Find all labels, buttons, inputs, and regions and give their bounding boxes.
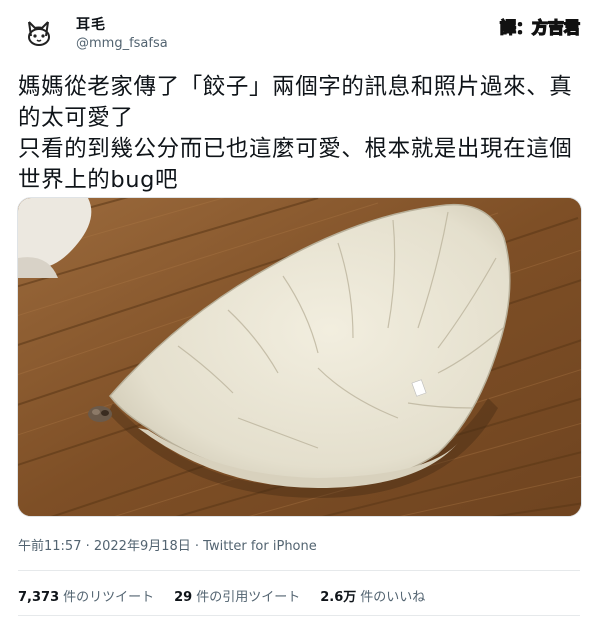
quotes-count: 29 [174, 590, 193, 605]
likes-label: 件のいいね [360, 590, 426, 605]
cushion-photo [18, 198, 581, 516]
tweet-text: 媽媽從老家傳了「餃子」兩個字的訊息和照片過來、真的太可愛了 只看的到幾公分而已也… [18, 74, 573, 193]
likes-stat[interactable]: 2.6万 件のいいね [320, 586, 425, 605]
retweets-stat[interactable]: 7,373 件のリツイート [18, 586, 154, 605]
likes-count: 2.6万 [320, 590, 357, 605]
retweets-label: 件のリツイート [63, 590, 155, 605]
display-name[interactable]: 耳毛 [76, 14, 106, 34]
quotes-label: 件の引用ツイート [196, 590, 301, 605]
tweet-stats: 7,373 件のリツイート 29 件の引用ツイート 2.6万 件のいいね [18, 586, 425, 605]
quotes-stat[interactable]: 29 件の引用ツイート [174, 586, 300, 605]
tweet-header: 耳毛 @mmg_fsafsa 譯：方吉君 [0, 0, 598, 62]
tweet-timestamp[interactable]: 午前11:57 · 2022年9月18日 · Twitter for iPhon… [18, 535, 317, 554]
cat-face-icon [28, 21, 50, 46]
divider-bottom [18, 615, 580, 616]
user-handle[interactable]: @mmg_fsafsa [76, 36, 168, 51]
translator-watermark: 譯：方吉君 [499, 17, 580, 37]
divider-top [18, 570, 580, 571]
retweets-count: 7,373 [18, 590, 60, 605]
tweet-photo[interactable] [17, 197, 582, 517]
avatar[interactable] [18, 12, 60, 54]
